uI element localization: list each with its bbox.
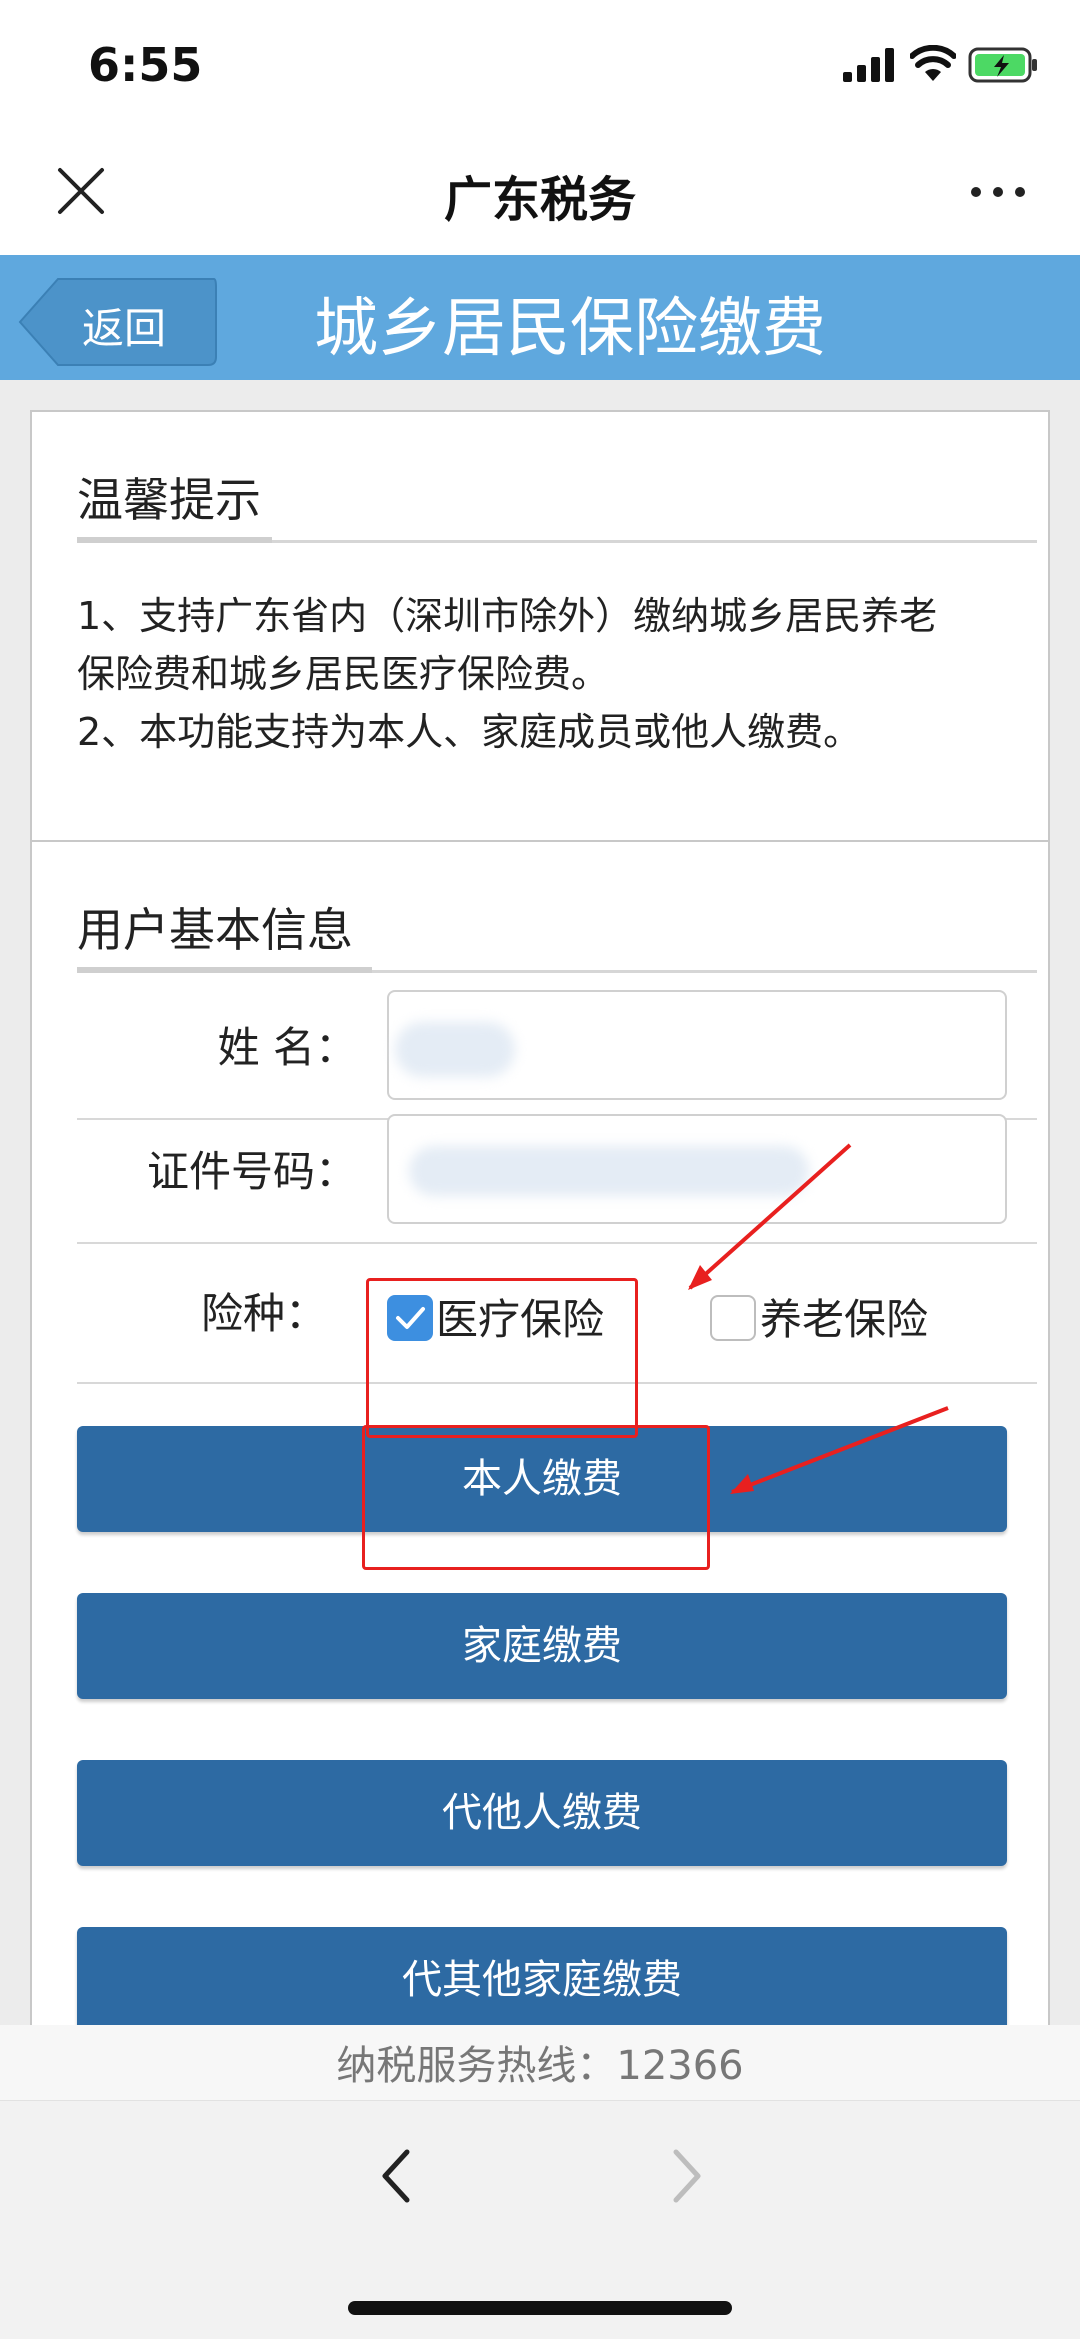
nav-bar: 广东税务 — [0, 130, 1080, 255]
home-indicator[interactable] — [348, 2301, 732, 2315]
page-title: 城乡居民保险缴费 — [314, 292, 826, 366]
content-area: 温馨提示 1、支持广东省内（深圳市除外）缴纳城乡居民养老 保险费和城乡居民医疗保… — [0, 380, 1080, 2025]
browser-forward-icon — [673, 2149, 701, 2203]
status-bar: 6:55 — [0, 0, 1080, 130]
battery-charging-icon — [968, 47, 1037, 83]
screen: 6:55 广东税务 返回 城乡居民保险缴费 温馨提示 1、支持广东省内（深圳市除… — [0, 0, 1080, 2339]
status-time: 6:55 — [88, 38, 203, 92]
hotline-bar: 纳税服务热线：12366 — [0, 2025, 1080, 2100]
more-options-icon[interactable] — [968, 184, 1028, 200]
wifi-icon — [910, 45, 956, 81]
page-header: 返回 城乡居民保险缴费 — [0, 255, 1080, 380]
annotation-arrows — [688, 1143, 949, 1494]
bottom-nav — [0, 2100, 1080, 2339]
nav-title: 广东税务 — [443, 172, 636, 228]
cellular-signal-icon — [843, 48, 894, 82]
browser-back-icon[interactable] — [375, 2146, 419, 2206]
hotline-text: 纳税服务热线：12366 — [336, 2043, 744, 2089]
